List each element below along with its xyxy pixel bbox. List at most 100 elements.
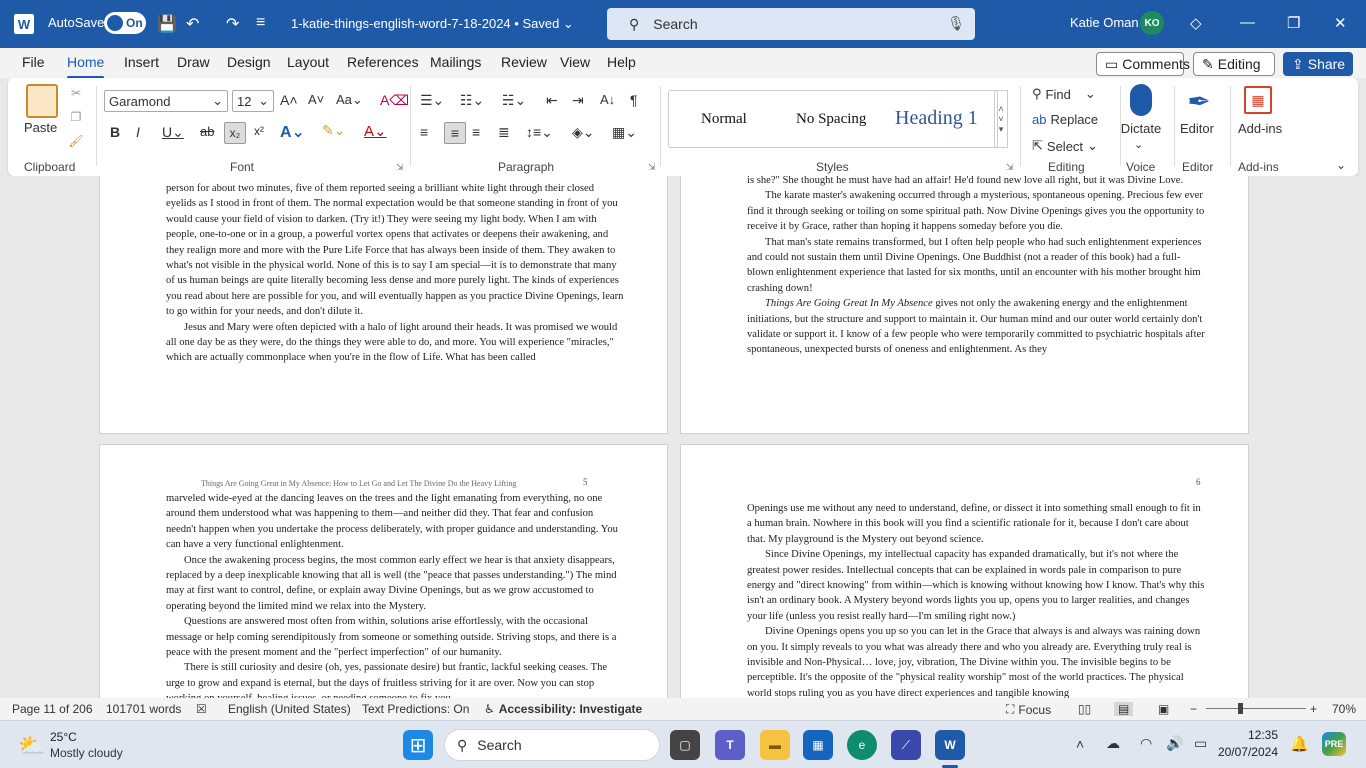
paragraph[interactable]: marveled wide-eyed at the dancing leaves… [166, 491, 624, 553]
accessibility-status[interactable]: ♿ Accessibility: Investigate [484, 702, 642, 716]
print-layout-icon[interactable]: ▤ [1114, 702, 1134, 716]
text-effects-icon[interactable]: A⌄ [280, 122, 305, 142]
word-count[interactable]: 101701 words [106, 702, 181, 716]
edge-icon[interactable]: e [847, 730, 877, 760]
chevron-up-icon[interactable]: ˄ [1076, 736, 1084, 752]
chevron-up-icon[interactable]: ˄ [998, 104, 1003, 114]
task-view-icon[interactable]: ▢ [670, 730, 700, 760]
page-4-body[interactable]: person for about two minutes, five of th… [166, 181, 624, 366]
close-icon[interactable]: ✕ [1334, 14, 1347, 32]
superscript-icon[interactable]: x² [254, 124, 264, 138]
style-no-spacing[interactable]: No Spacing [796, 111, 866, 128]
align-center-icon[interactable]: ≡ [444, 122, 466, 144]
decrease-indent-icon[interactable]: ⇤ [546, 92, 558, 109]
select-button[interactable]: ⇱ Select ⌄ [1032, 138, 1098, 154]
paragraph[interactable]: Jesus and Mary were often depicted with … [166, 320, 624, 366]
tab-home[interactable]: Home [67, 54, 105, 79]
show-formatting-icon[interactable]: ¶ [630, 92, 638, 108]
clock-time[interactable]: 12:35 [1228, 728, 1278, 742]
align-right-icon[interactable]: ≡ [472, 124, 480, 140]
weather-temp[interactable]: 25°C [50, 730, 77, 744]
minimize-icon[interactable]: — [1240, 14, 1255, 31]
weather-desc[interactable]: Mostly cloudy [50, 746, 123, 760]
restore-icon[interactable]: ❐ [1287, 14, 1300, 32]
zoom-level[interactable]: 70% [1332, 702, 1356, 716]
document-area[interactable]: person for about two minutes, five of th… [0, 176, 1366, 698]
save-icon[interactable]: 💾 [157, 14, 177, 34]
line-spacing-icon[interactable]: ↕≡⌄ [526, 124, 553, 141]
paste-label[interactable]: Paste [24, 120, 57, 135]
powerautomate-icon[interactable]: ⟋ [891, 730, 921, 760]
italic-icon[interactable]: I [136, 124, 140, 140]
add-ins-label[interactable]: Add-ins [1238, 121, 1282, 136]
dictate-label[interactable]: Dictate [1120, 121, 1162, 136]
format-painter-icon[interactable]: 🖌 [68, 134, 84, 148]
tab-help[interactable]: Help [607, 54, 636, 70]
tab-design[interactable]: Design [227, 54, 271, 70]
tab-view[interactable]: View [560, 54, 590, 70]
paragraph[interactable]: is she?" She thought he must have had an… [747, 176, 1205, 188]
paragraph[interactable]: Things Are Going Great In My Absence giv… [747, 296, 1205, 358]
editor-label[interactable]: Editor [1180, 121, 1214, 136]
copilot-icon[interactable]: PRE [1322, 732, 1346, 756]
undo-icon[interactable]: ↶ [186, 14, 199, 34]
zoom-slider-thumb[interactable] [1238, 703, 1243, 714]
avatar[interactable]: KO [1140, 11, 1164, 35]
more-styles-icon[interactable]: ▾ [999, 124, 1004, 135]
text-predictions[interactable]: Text Predictions: On [362, 702, 469, 716]
weather-icon[interactable]: ⛅ [18, 733, 45, 759]
underline-icon[interactable]: U⌄ [162, 124, 184, 141]
share-button[interactable]: ⇪ Share [1283, 52, 1353, 76]
page-5-body[interactable]: marveled wide-eyed at the dancing leaves… [166, 491, 624, 698]
paragraph[interactable]: Openings use me without any need to unde… [747, 501, 1205, 547]
font-name-select[interactable]: Garamond ⌄ [104, 90, 228, 112]
user-name[interactable]: Katie Oman [1070, 15, 1139, 30]
paragraph[interactable]: That man's state remains transformed, bu… [747, 235, 1205, 297]
subscript-icon[interactable]: x₂ [224, 122, 246, 144]
paragraph[interactable]: Divine Openings opens you up so you can … [747, 624, 1205, 698]
paste-icon[interactable] [26, 84, 58, 118]
replace-button[interactable]: ab Replace [1032, 112, 1098, 127]
collapse-ribbon-icon[interactable]: ⌄ [1336, 158, 1346, 172]
font-size-select[interactable]: 12 ⌄ [232, 90, 274, 112]
copy-icon[interactable]: ❐ [68, 110, 84, 124]
clear-formatting-icon[interactable]: A⌫ [380, 92, 409, 109]
teams-icon[interactable]: T [715, 730, 745, 760]
shrink-font-icon[interactable]: A˅ [308, 92, 324, 107]
tab-review[interactable]: Review [501, 54, 547, 70]
change-case-icon[interactable]: Aa⌄ [336, 92, 363, 108]
page-6-body[interactable]: Openings use me without any need to unde… [747, 501, 1205, 698]
page-right-body[interactable]: is she?" She thought he must have had an… [747, 176, 1205, 358]
style-normal[interactable]: Normal [701, 111, 747, 128]
document-title[interactable]: 1-katie-things-english-word-7-18-2024 • … [291, 16, 574, 32]
find-button[interactable]: ⚲ Find ⌄ [1032, 86, 1096, 102]
justify-icon[interactable]: ≣ [498, 124, 510, 141]
volume-icon[interactable]: 🔊 [1166, 735, 1183, 752]
add-ins-icon[interactable]: ▦ [1244, 86, 1272, 114]
sort-icon[interactable]: A↓ [600, 92, 615, 107]
microphone-icon[interactable] [1130, 84, 1152, 116]
editor-pen-icon[interactable]: ✒ [1184, 84, 1214, 118]
read-mode-icon[interactable]: ▯▯ [1078, 702, 1091, 716]
styles-dialog-launcher-icon[interactable]: ⇲ [1006, 162, 1014, 173]
numbering-icon[interactable]: ☷⌄ [460, 92, 484, 109]
highlight-color-icon[interactable]: ✎⌄ [322, 122, 345, 139]
tab-file[interactable]: File [22, 54, 45, 70]
page-6[interactable]: 6 Openings use me without any need to un… [680, 444, 1249, 698]
paragraph-dialog-launcher-icon[interactable]: ⇲ [648, 162, 656, 173]
page-4-right[interactable]: is she?" She thought he must have had an… [680, 176, 1249, 434]
search-box[interactable]: ⚲ Search 🎙 [607, 8, 975, 40]
cut-icon[interactable]: ✂ [68, 86, 84, 100]
align-left-icon[interactable]: ≡ [420, 124, 428, 140]
grow-font-icon[interactable]: A˄ [280, 92, 298, 108]
chevron-down-icon[interactable]: ˅ [998, 114, 1003, 124]
bold-icon[interactable]: B [110, 124, 120, 140]
taskbar-search[interactable]: ⚲ Search [444, 729, 660, 761]
font-dialog-launcher-icon[interactable]: ⇲ [396, 162, 404, 173]
styles-scroll[interactable]: ˄ ˅ ▾ [994, 90, 1008, 148]
paragraph[interactable]: person for about two minutes, five of th… [166, 181, 624, 320]
wifi-icon[interactable]: ◠ [1140, 735, 1152, 752]
bullets-icon[interactable]: ☰⌄ [420, 92, 444, 109]
tab-layout[interactable]: Layout [287, 54, 329, 70]
increase-indent-icon[interactable]: ⇥ [572, 92, 584, 109]
